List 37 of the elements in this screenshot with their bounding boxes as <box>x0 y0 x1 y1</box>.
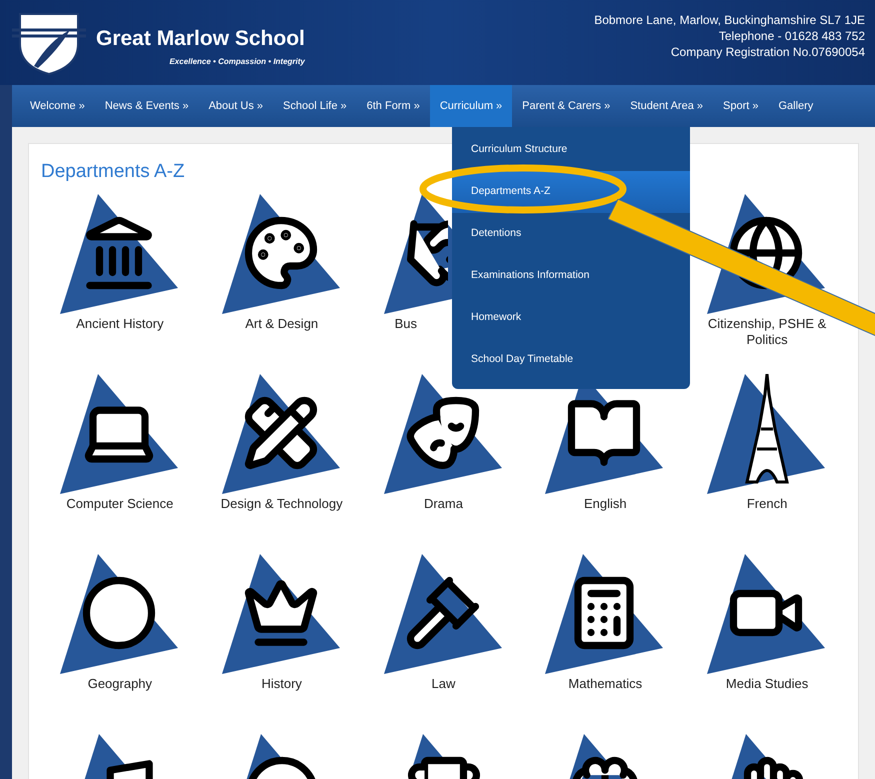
school-name[interactable]: Great Marlow School <box>96 26 305 52</box>
registration-text: Company Registration No.07690054 <box>670 44 865 60</box>
department-label[interactable]: Geography <box>50 676 190 692</box>
dropdown-item[interactable]: Detentions <box>471 226 522 242</box>
tagline: Excellence • Compassion • Integrity <box>169 56 305 68</box>
department-label[interactable]: Computer Science <box>50 496 190 512</box>
nav-tab[interactable]: Curriculum » <box>430 85 512 127</box>
department-label[interactable]: Ancient History <box>50 316 190 332</box>
nav-tab[interactable]: About Us » <box>198 85 274 127</box>
nav-tab[interactable]: School Life » <box>273 85 357 127</box>
dropdown-item[interactable]: Curriculum Structure <box>471 142 568 158</box>
department-label[interactable]: Art & Design <box>212 316 352 332</box>
department-label[interactable]: History <box>212 676 352 692</box>
nav-tab[interactable]: Parent & Carers » <box>512 85 620 127</box>
department-label[interactable]: Media Studies <box>697 676 838 692</box>
department-label[interactable]: Citizenship, PSHE & Politics <box>697 316 838 348</box>
tower-icon <box>745 374 790 484</box>
department-label[interactable]: Mathematics <box>535 676 676 692</box>
page-title: Departments A-Z <box>41 160 186 184</box>
dropdown-item[interactable]: Examinations Information <box>471 268 590 284</box>
nav-tab[interactable]: Sport » <box>713 85 768 127</box>
nav-tab[interactable]: Gallery <box>768 85 824 127</box>
dropdown-item[interactable]: Homework <box>471 310 522 326</box>
dropdown-item[interactable]: School Day Timetable <box>471 352 574 368</box>
nav-tab[interactable]: Welcome » <box>20 85 95 127</box>
department-label[interactable]: English <box>535 496 676 512</box>
nav-tab[interactable]: Student Area » <box>620 85 713 127</box>
address-text: Bobmore Lane, Marlow, Buckinghamshire SL7 1JE <box>594 12 865 28</box>
department-label[interactable]: Design & Technology <box>212 496 352 512</box>
department-label[interactable]: Drama <box>373 496 514 512</box>
nav-tab[interactable]: 6th Form » <box>356 85 430 127</box>
logo-icon <box>10 10 88 76</box>
department-label[interactable]: Bus <box>394 316 417 332</box>
department-label[interactable]: Law <box>373 676 514 692</box>
department-label[interactable]: French <box>697 496 838 512</box>
telephone-text: Telephone - 01628 483 752 <box>718 28 865 44</box>
nav-tab[interactable]: News & Events » <box>94 85 199 127</box>
